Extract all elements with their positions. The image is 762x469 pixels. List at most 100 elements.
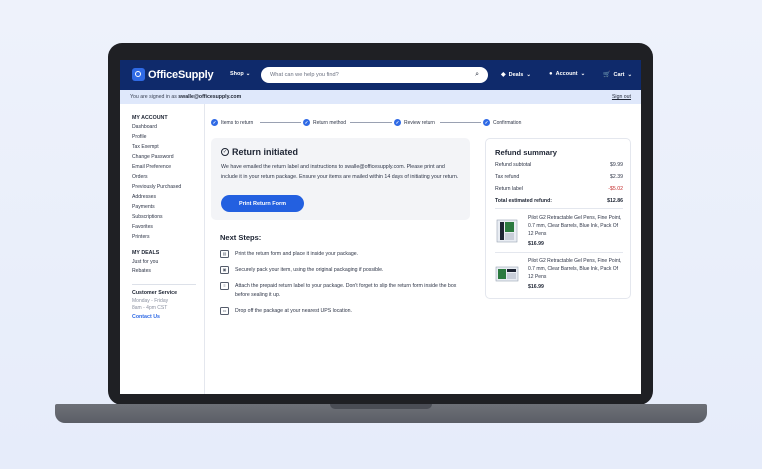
next-step-item: ▣ Securely pack your item, using the ori… (220, 266, 467, 275)
laptop-notch (330, 404, 432, 409)
next-steps-title: Next Steps: (220, 233, 262, 242)
sidebar-item-just-for-you[interactable]: Just for you (132, 259, 158, 265)
sidebar-item-change-password[interactable]: Change Password (132, 154, 174, 160)
step-return-method: ✓ Return method (303, 119, 346, 126)
sidebar-item-printers[interactable]: Printers (132, 234, 150, 240)
next-step-text: Print the return form and place it insid… (235, 251, 359, 257)
deals-menu[interactable]: ◆ Deals ⌄ (501, 71, 531, 79)
account-sidebar: MY ACCOUNT Dashboard Profile Tax Exempt … (120, 104, 205, 394)
label-icon: ≡ (220, 282, 229, 290)
signed-in-prefix: You are signed in as (130, 94, 177, 100)
product-price: $16.99 (528, 284, 544, 290)
signed-in-bar: You are signed in as swalle@officesupply… (120, 90, 641, 104)
sidebar-divider (132, 284, 196, 285)
refund-product-item: Pilot G2 Retractable Gel Pens, Fine Poin… (495, 214, 623, 250)
return-message: We have emailed the return label and ins… (221, 164, 459, 180)
refund-row-value: $9.99 (610, 162, 623, 168)
shop-menu[interactable]: Shop ⌄ (230, 71, 250, 77)
sidebar-item-subscriptions[interactable]: Subscriptions (132, 214, 163, 220)
refund-row-label: Return label (495, 186, 523, 192)
refund-row-value: -$5.02 (608, 186, 623, 192)
product-name: Pilot G2 Retractable Gel Pens, Fine Poin… (528, 258, 622, 280)
account-menu[interactable]: ● Account ⌄ (549, 71, 585, 77)
sidebar-item-dashboard[interactable]: Dashboard (132, 124, 157, 130)
service-days: Monday - Friday (132, 298, 169, 304)
sidebar-item-email-preference[interactable]: Email Preference (132, 164, 171, 170)
my-deals-heading: MY DEALS (132, 250, 160, 256)
summary-divider (495, 208, 623, 209)
check-icon: ✓ (483, 119, 490, 126)
check-circle-icon: ✓ (221, 148, 229, 156)
user-icon: ● (549, 71, 553, 77)
step-connector (260, 122, 301, 123)
return-progress-stepper: ✓ Items to return ✓ Return method ✓ Revi… (211, 119, 631, 131)
step-items-to-return: ✓ Items to return (211, 119, 253, 126)
check-icon: ✓ (303, 119, 310, 126)
chevron-down-icon: ⌄ (580, 71, 586, 77)
signed-in-email: swalle@officesupply.com (178, 94, 242, 100)
service-hours: 8am - 4pm CST (132, 305, 168, 311)
cart-menu[interactable]: 🛒 Cart ⌄ (603, 71, 633, 79)
customer-service-heading: Customer Service (132, 290, 178, 296)
tag-icon: ◆ (501, 72, 506, 78)
next-step-item: ▤ Print the return form and place it ins… (220, 250, 467, 259)
sidebar-item-favorites[interactable]: Favorites (132, 224, 153, 230)
cart-icon: 🛒 (603, 72, 611, 78)
sidebar-item-rebates[interactable]: Rebates (132, 268, 151, 274)
sidebar-item-payments[interactable]: Payments (132, 204, 155, 210)
signed-in-text: You are signed in as swalle@officesupply… (130, 94, 241, 100)
refund-summary-card: Refund summary Refund subtotal $9.99 Tax… (485, 138, 631, 299)
search-input[interactable]: What can we help you find? ⌕ (261, 67, 488, 83)
step-review-return: ✓ Review return (394, 119, 435, 126)
refund-total-value: $12.86 (607, 198, 623, 204)
refund-total-label: Total estimated refund: (495, 198, 552, 204)
refund-row-value: $2.39 (610, 174, 623, 180)
chevron-down-icon: ⌄ (627, 71, 633, 78)
sidebar-item-tax-exempt[interactable]: Tax Exempt (132, 144, 159, 150)
step-label: Return method (313, 119, 347, 126)
step-label: Review return (404, 119, 435, 126)
sidebar-item-orders[interactable]: Orders (132, 174, 148, 180)
sidebar-item-previously-purchased[interactable]: Previously Purchased (132, 184, 181, 190)
refund-row: Tax refund $2.39 (495, 174, 623, 180)
step-connector (350, 122, 392, 123)
sign-out-link[interactable]: Sign out (612, 94, 631, 100)
refund-row: Refund subtotal $9.99 (495, 162, 623, 168)
logo-text: OfficeSupply (148, 68, 214, 81)
refund-summary-title: Refund summary (495, 148, 558, 157)
summary-divider (495, 252, 623, 253)
refund-product-item: Pilot G2 Retractable Gel Pens, Fine Poin… (495, 257, 623, 293)
account-label: Account (555, 71, 578, 77)
print-return-form-button[interactable]: Print Return Form (221, 195, 304, 212)
package-icon: ▣ (220, 266, 229, 274)
search-icon[interactable]: ⌕ (475, 71, 479, 79)
top-navigation: OfficeSupply Shop ⌄ What can we help you… (120, 60, 641, 90)
next-step-item: ≡ Attach the prepaid return label to you… (220, 282, 467, 300)
site-logo[interactable]: OfficeSupply (132, 68, 214, 81)
next-step-text: Securely pack your item, using the origi… (235, 267, 384, 273)
next-step-text: Drop off the package at your nearest UPS… (235, 308, 352, 314)
step-confirmation: ✓ Confirmation (483, 119, 521, 126)
chevron-down-icon: ⌄ (526, 71, 531, 78)
product-price: $16.99 (528, 241, 544, 247)
step-label: Confirmation (493, 119, 522, 126)
truck-icon: ▭ (220, 307, 229, 315)
sidebar-item-profile[interactable]: Profile (132, 134, 146, 140)
refund-row: Return label -$5.02 (495, 186, 623, 192)
step-connector (440, 122, 481, 123)
my-account-heading: MY ACCOUNT (132, 115, 168, 121)
cart-label: Cart (613, 71, 625, 78)
step-label: Items to return (221, 119, 254, 126)
return-initiated-card: ✓ Return initiated We have emailed the r… (211, 138, 470, 220)
check-icon: ✓ (394, 119, 401, 126)
contact-us-link[interactable]: Contact Us (132, 314, 160, 320)
pen-pack-box-icon (496, 219, 518, 243)
refund-row-label: Refund subtotal (495, 162, 532, 168)
shop-label: Shop (230, 71, 244, 77)
check-icon: ✓ (211, 119, 218, 126)
sidebar-item-addresses[interactable]: Addresses (132, 194, 156, 200)
deals-label: Deals (508, 71, 524, 78)
refund-row-label: Tax refund (495, 174, 520, 180)
browser-screen: OfficeSupply Shop ⌄ What can we help you… (120, 60, 641, 394)
search-placeholder: What can we help you find? (270, 72, 339, 78)
